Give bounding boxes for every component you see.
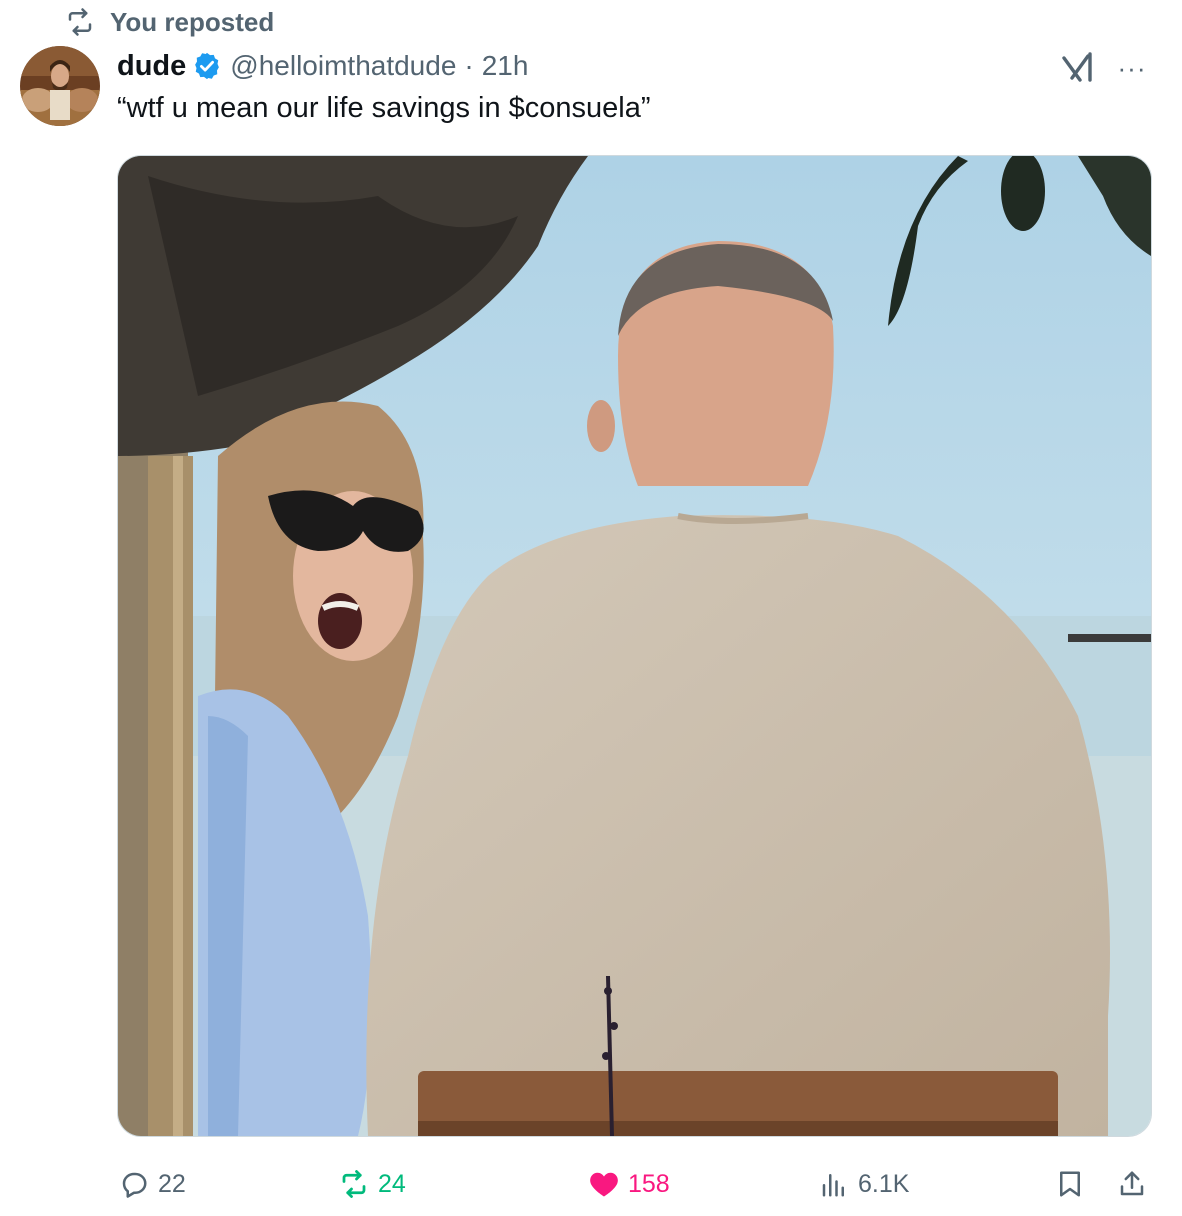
like-button[interactable]: 158	[586, 1160, 670, 1208]
tweet-header: dude @helloimthatdude · 21h	[117, 46, 528, 86]
grok-icon[interactable]	[1058, 50, 1098, 86]
author-name[interactable]: dude	[117, 50, 186, 83]
repost-icon	[336, 1166, 372, 1202]
share-icon	[1114, 1166, 1150, 1202]
repost-count: 24	[378, 1169, 406, 1198]
tweet-text: “wtf u mean our life savings in $consuel…	[117, 92, 651, 124]
share-button[interactable]	[1114, 1160, 1150, 1208]
reply-count: 22	[158, 1169, 186, 1198]
avatar[interactable]	[20, 46, 100, 126]
action-bar: 22 24 158 6.1K	[110, 1160, 1160, 1208]
separator: ·	[464, 50, 474, 81]
views-button[interactable]: 6.1K	[816, 1160, 909, 1208]
timestamp[interactable]: 21h	[482, 50, 529, 82]
bookmark-icon	[1052, 1166, 1088, 1202]
heart-icon	[586, 1166, 622, 1202]
author-handle[interactable]: @helloimthatdude	[230, 50, 456, 82]
repost-label: You reposted	[110, 6, 275, 37]
views-count: 6.1K	[858, 1169, 910, 1198]
repost-banner[interactable]: You reposted	[60, 4, 274, 40]
analytics-icon	[816, 1166, 852, 1202]
repost-button[interactable]: 24	[336, 1160, 406, 1208]
repost-icon	[60, 5, 100, 39]
tweet-media-image[interactable]	[117, 155, 1152, 1137]
reply-button[interactable]: 22	[116, 1160, 186, 1208]
bookmark-button[interactable]	[1052, 1160, 1088, 1208]
like-count: 158	[628, 1169, 670, 1198]
verified-badge-icon	[195, 52, 220, 80]
more-options-button[interactable]: ···	[1110, 50, 1154, 86]
reply-icon	[116, 1166, 152, 1202]
